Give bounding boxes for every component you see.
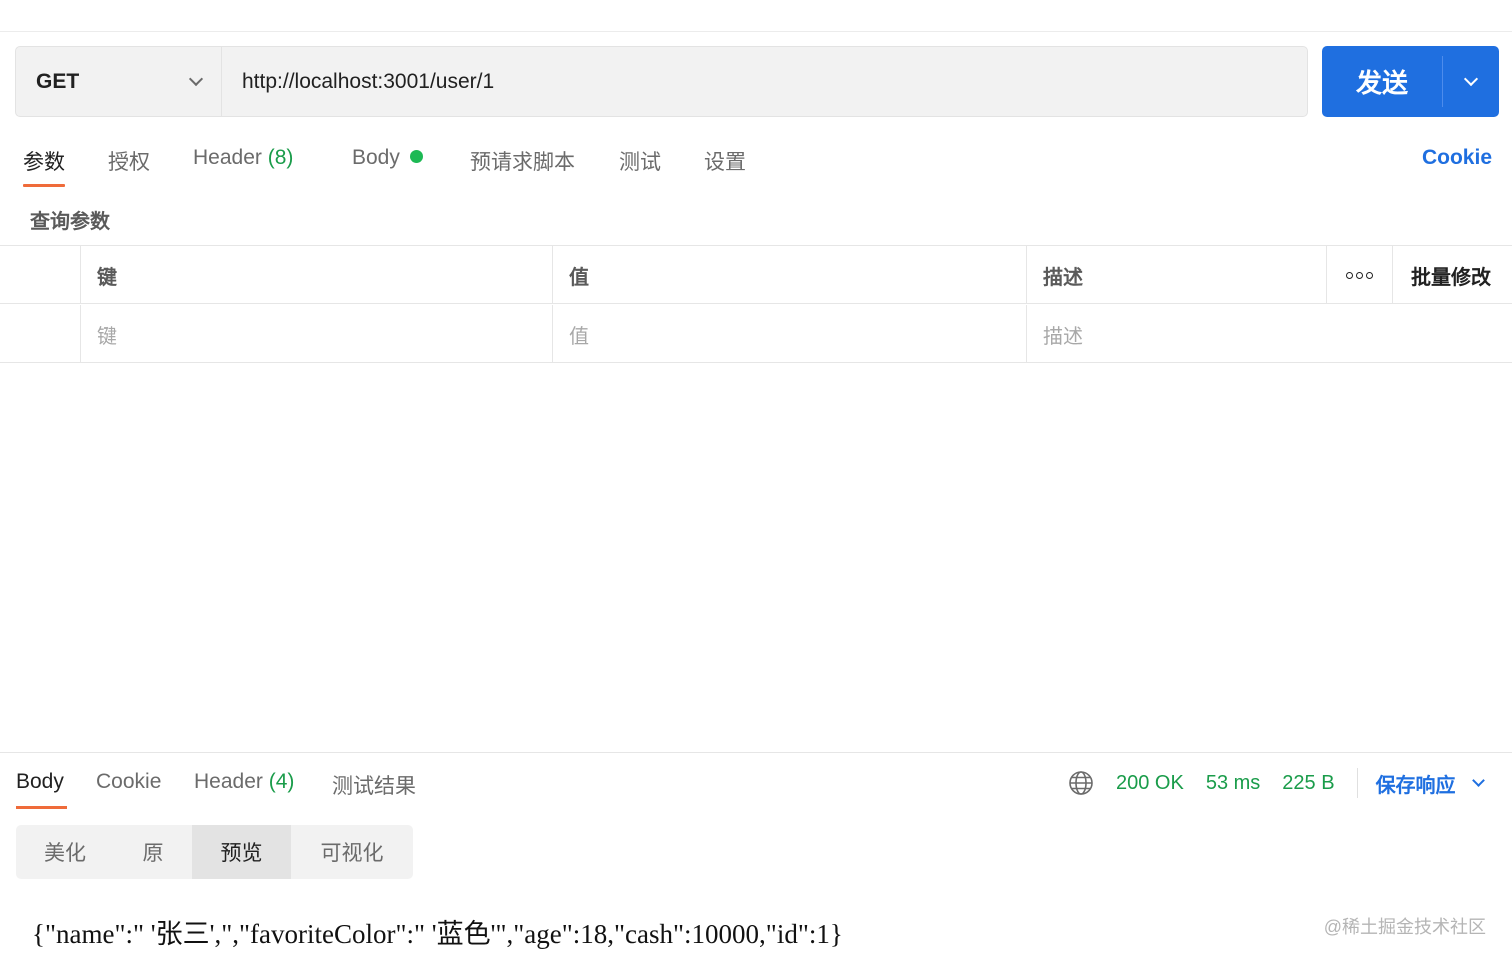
tab-body-label: Body [352,146,400,169]
tab-prerequest-script[interactable]: 预请求脚本 [470,146,575,176]
tab-body[interactable]: Body [352,146,423,170]
response-tab-body[interactable]: Body [16,770,64,794]
query-params-title: 查询参数 [30,211,110,233]
response-active-tab-underline [16,806,67,809]
request-tabs: 参数 授权 Header (8) Body 预请求脚本 测试 设置 [0,140,1512,190]
response-tab-test-results[interactable]: 测试结果 [332,770,416,800]
status-separator [1356,768,1358,798]
response-time[interactable]: 53 ms [1206,772,1260,795]
response-status-bar: 200 OK 53 ms 225 B 保存响应 [1068,768,1485,798]
view-mode-pretty[interactable]: 美化 [16,825,114,879]
params-table: 键 值 描述 批量修改 键 值 描述 [0,245,1512,363]
param-value-input[interactable]: 值 [552,305,1026,363]
globe-icon[interactable] [1068,770,1094,796]
tab-params[interactable]: 参数 [23,146,65,176]
active-tab-underline [23,184,65,187]
tab-tests[interactable]: 测试 [619,146,661,176]
send-button-group: 发送 [1322,46,1499,117]
watermark: @稀土掘金技术社区 [1323,917,1486,937]
url-input[interactable]: http://localhost:3001/user/1 [222,47,1307,116]
view-mode-visualize[interactable]: 可视化 [291,825,413,879]
view-mode-raw[interactable]: 原 [114,825,192,879]
param-description-input[interactable]: 描述 [1026,305,1512,363]
cookies-link[interactable]: Cookie [1422,146,1492,170]
method-label: GET [36,69,80,93]
response-tab-headers-count: (4) [268,770,295,793]
chevron-down-icon [1471,774,1485,787]
save-response-button[interactable]: 保存响应 [1375,769,1485,798]
column-header-description: 描述 [1026,246,1326,304]
response-tab-headers[interactable]: Header (4) [194,770,294,794]
chevron-down-icon [1463,71,1479,86]
column-header-key: 键 [80,246,552,304]
bulk-edit-button[interactable]: 批量修改 [1392,246,1512,304]
tab-headers[interactable]: Header (8) [193,146,293,170]
save-response-label: 保存响应 [1375,774,1456,797]
param-key-input[interactable]: 键 [80,305,552,363]
response-size[interactable]: 225 B [1282,772,1334,795]
chevron-down-icon [188,71,204,86]
tab-headers-label: Header [193,146,262,169]
tab-headers-count: (8) [267,146,294,169]
more-icon [1346,271,1373,279]
body-indicator-dot [409,149,423,163]
request-bar: GET http://localhost:3001/user/1 [15,46,1308,117]
method-select[interactable]: GET [16,47,222,116]
send-options-button[interactable] [1443,46,1499,117]
top-strip [0,0,1512,32]
more-options-button[interactable] [1326,246,1392,304]
params-table-header: 键 值 描述 批量修改 [0,246,1512,304]
column-header-value: 值 [552,246,1026,304]
response-divider [0,752,1512,753]
tab-settings[interactable]: 设置 [704,146,746,176]
view-mode-switcher: 美化 原 预览 可视化 [16,825,413,879]
tab-auth[interactable]: 授权 [108,146,150,176]
send-button[interactable]: 发送 [1322,46,1442,117]
response-tab-headers-label: Header [194,770,263,793]
table-row: 键 值 描述 [0,305,1512,363]
status-code[interactable]: 200 OK [1116,772,1184,795]
response-tab-cookies[interactable]: Cookie [96,770,161,794]
view-mode-preview[interactable]: 预览 [192,825,291,879]
response-preview-content: {"name":" '张三',","favoriteColor":" '蓝色'"… [32,919,843,949]
